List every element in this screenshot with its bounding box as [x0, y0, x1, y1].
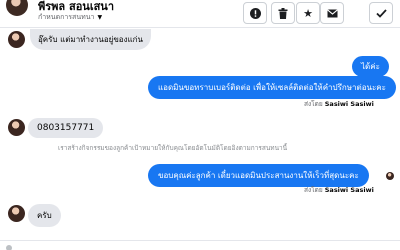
mail-icon — [326, 8, 338, 18]
conversation-header: พีรพล สอนเสนา กำหนดการสนทนา ▼ ★ — [0, 0, 400, 28]
contact-avatar-small — [8, 205, 25, 222]
check-icon — [375, 8, 387, 18]
contact-avatar-small — [8, 31, 25, 48]
system-note: เราสร้างกิจกรรมของลูกค้าเป้าหมายให้กับคุ… — [58, 144, 288, 152]
incoming-message: ครับ — [28, 204, 61, 227]
report-button[interactable] — [243, 2, 267, 24]
conversation-status-dropdown[interactable]: กำหนดการสนทนา ▼ — [38, 12, 102, 23]
caret-down-icon: ▼ — [97, 14, 103, 21]
sent-by-label: ส่งโดย Sasiwi Sasiwi — [304, 99, 374, 109]
incoming-message: อุ๊ครับ แต่มาทำงานอยู่ของแก่น — [30, 29, 151, 50]
trash-icon — [278, 7, 288, 19]
message-thread[interactable]: อุ๊ครับ แต่มาทำงานอยู่ของแก่น ได้ค่ะ แอด… — [0, 27, 400, 250]
incoming-message: 0803157771 — [28, 118, 104, 138]
alert-icon — [249, 7, 261, 19]
delete-button[interactable] — [271, 2, 295, 24]
star-icon: ★ — [303, 6, 313, 20]
sent-by-label: ส่งโดย Sasiwi Sasiwi — [304, 185, 374, 195]
outgoing-message: แอดมินขอทราบเบอร์ติดต่อ เพื่อให้เซลล์ติด… — [148, 76, 396, 99]
composer-divider — [0, 240, 400, 241]
star-button[interactable]: ★ — [296, 2, 320, 24]
reply-input[interactable] — [20, 243, 390, 250]
sent-by-agent: Sasiwi Sasiwi — [324, 100, 374, 108]
sent-by-prefix: ส่งโดย — [304, 186, 323, 194]
done-button[interactable] — [369, 2, 393, 24]
outgoing-message: ได้ค่ะ — [352, 56, 389, 77]
read-receipt-avatar — [386, 172, 394, 180]
mark-unread-button[interactable] — [320, 2, 344, 24]
outgoing-message: ขอบคุณค่ะลูกค้า เดี๋ยวแอดมินประสานงานให้… — [148, 164, 369, 187]
contact-avatar[interactable] — [6, 0, 28, 16]
sent-by-prefix: ส่งโดย — [304, 100, 323, 108]
contact-avatar-small — [8, 119, 25, 136]
attachment-dot-icon[interactable] — [6, 245, 12, 250]
conversation-status-label: กำหนดการสนทนา — [38, 13, 95, 21]
sent-by-agent: Sasiwi Sasiwi — [324, 186, 374, 194]
